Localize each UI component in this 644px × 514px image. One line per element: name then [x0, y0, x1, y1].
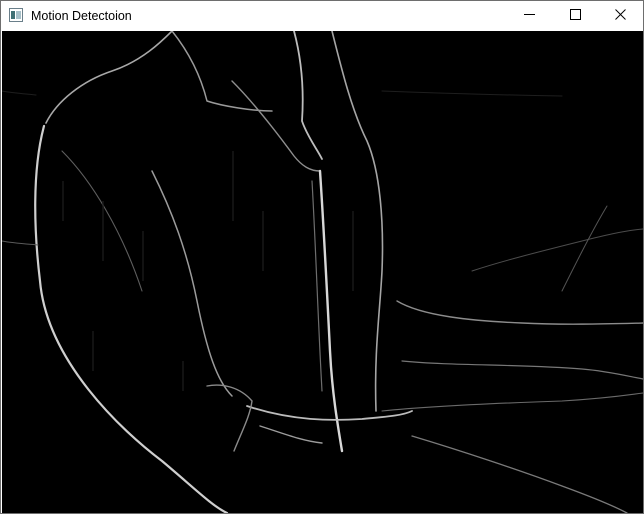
maximize-button[interactable] — [552, 1, 598, 31]
title-bar[interactable]: Motion Detectoion — [1, 1, 643, 31]
close-button[interactable] — [597, 1, 643, 31]
maximize-icon — [569, 7, 581, 25]
app-window-icon — [9, 8, 23, 22]
minimize-icon — [523, 7, 535, 25]
edge-detected-video-frame — [2, 31, 643, 513]
close-icon — [614, 7, 626, 25]
window-title: Motion Detectoion — [31, 9, 132, 23]
video-frame — [2, 31, 643, 513]
minimize-button[interactable] — [506, 1, 552, 31]
app-window: Motion Detectoion — [0, 0, 644, 514]
